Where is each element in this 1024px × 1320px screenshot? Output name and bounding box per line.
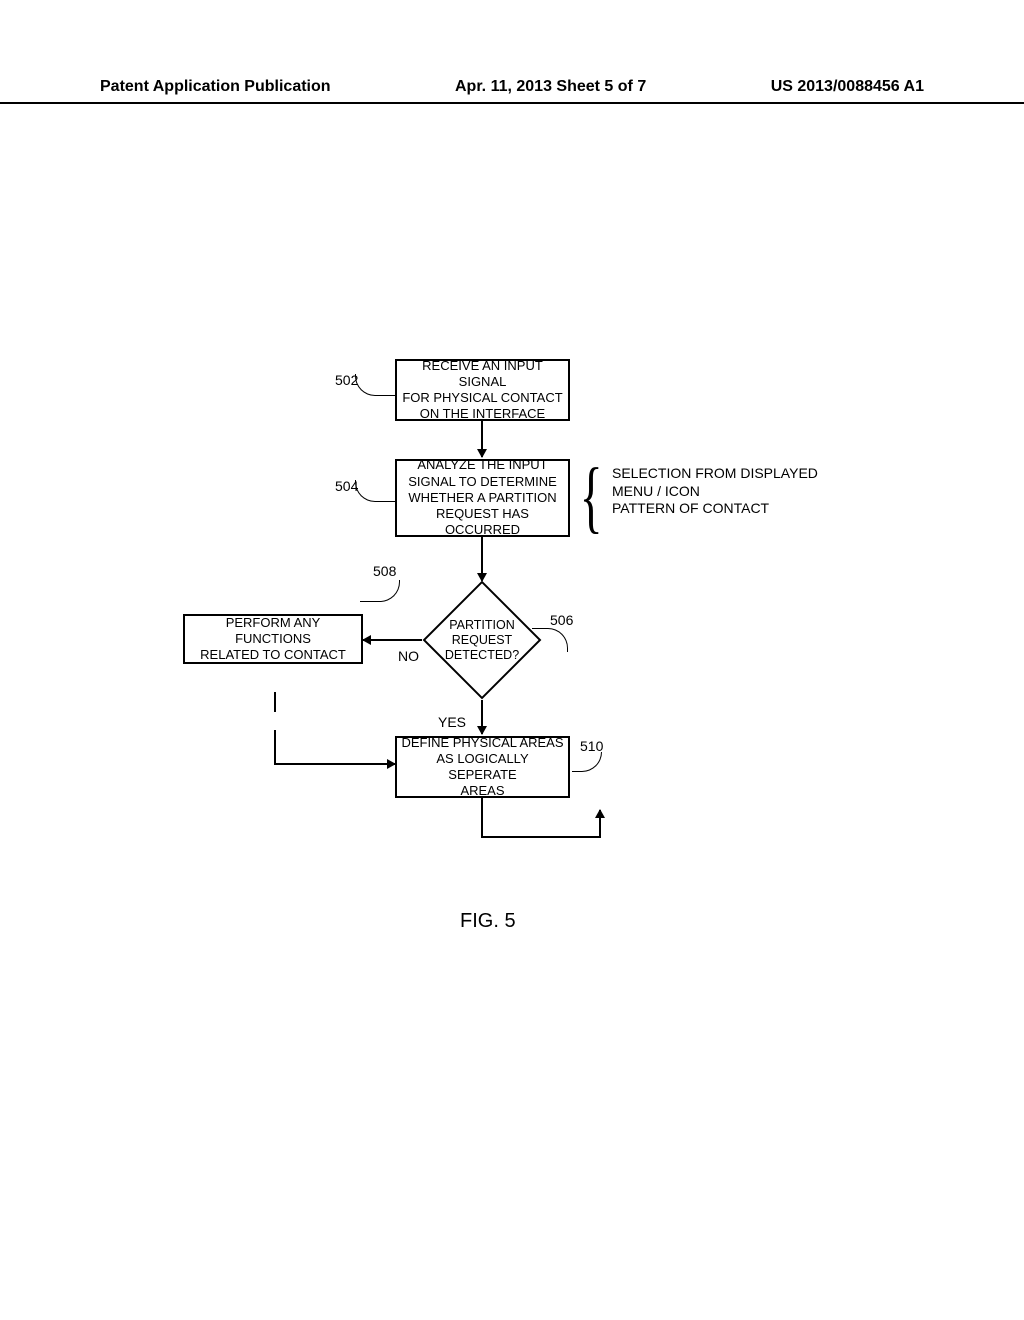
- leader-508: [360, 580, 400, 602]
- arrow-no: [363, 639, 422, 641]
- brace-icon: {: [580, 452, 603, 543]
- loop-h: [481, 836, 601, 838]
- feedback-v1: [274, 692, 276, 712]
- block-508: PERFORM ANY FUNCTIONS RELATED TO CONTACT: [183, 614, 363, 664]
- label-yes: YES: [438, 714, 466, 732]
- ref-502: 502: [335, 372, 358, 388]
- block-508-text: PERFORM ANY FUNCTIONS RELATED TO CONTACT: [189, 615, 357, 664]
- arrow-502-504: [481, 421, 483, 457]
- block-502-text: RECEIVE AN INPUT SIGNAL FOR PHYSICAL CON…: [401, 358, 564, 423]
- block-504: ANALYZE THE INPUT SIGNAL TO DETERMINE WH…: [395, 459, 570, 537]
- ref-504: 504: [335, 478, 358, 494]
- figure-label: FIG. 5: [460, 910, 516, 933]
- decision-506: PARTITION REQUEST DETECTED?: [422, 580, 542, 700]
- header-left: Patent Application Publication: [100, 78, 331, 96]
- feedback-v2: [274, 730, 276, 765]
- decision-506-text: PARTITION REQUEST DETECTED?: [445, 618, 519, 663]
- label-no: NO: [398, 648, 419, 666]
- loop-v2: [599, 810, 601, 838]
- block-510-text: DEFINE PHYSICAL AREAS AS LOGICALLY SEPER…: [401, 735, 564, 800]
- leader-502: [355, 374, 395, 396]
- loop-v1: [481, 798, 483, 838]
- feedback-h: [276, 763, 395, 765]
- arrow-yes: [481, 700, 483, 734]
- ref-506: 506: [550, 612, 573, 628]
- block-502: RECEIVE AN INPUT SIGNAL FOR PHYSICAL CON…: [395, 359, 570, 421]
- header-center: Apr. 11, 2013 Sheet 5 of 7: [455, 78, 646, 96]
- page-header: Patent Application Publication Apr. 11, …: [0, 78, 1024, 104]
- annotation-504: SELECTION FROM DISPLAYED MENU / ICON PAT…: [612, 465, 818, 518]
- block-504-text: ANALYZE THE INPUT SIGNAL TO DETERMINE WH…: [401, 457, 564, 538]
- block-510: DEFINE PHYSICAL AREAS AS LOGICALLY SEPER…: [395, 736, 570, 798]
- leader-504: [355, 480, 395, 502]
- ref-508: 508: [373, 563, 396, 579]
- leader-506: [532, 628, 568, 652]
- arrow-504-506: [481, 537, 483, 581]
- header-right: US 2013/0088456 A1: [771, 78, 924, 96]
- leader-510: [572, 752, 602, 772]
